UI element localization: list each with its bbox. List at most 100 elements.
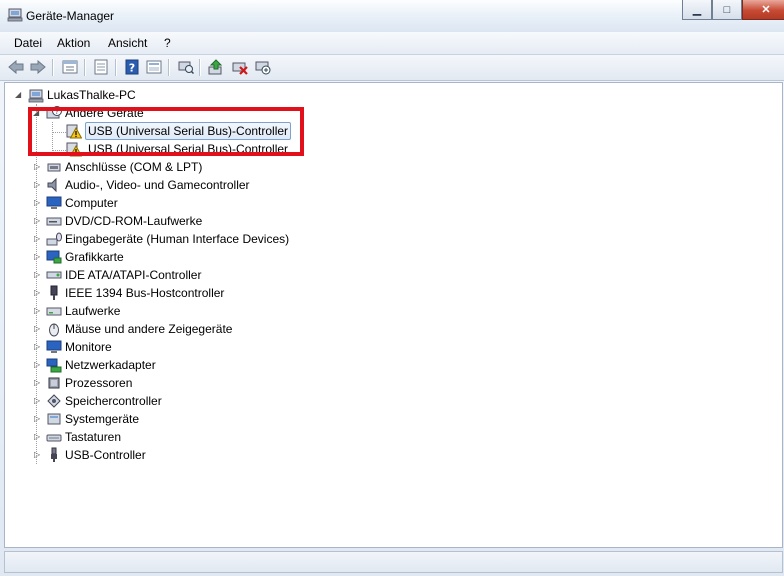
network-adapter-icon	[46, 358, 62, 373]
tree-label: USB-Controller	[65, 448, 146, 462]
tree-category-mice[interactable]: Mäuse und andere Zeigegeräte	[46, 320, 232, 338]
tree-label: IEEE 1394 Bus-Hostcontroller	[65, 286, 225, 300]
tree-root[interactable]: LukasThalke-PC	[28, 86, 136, 104]
menu-aktion[interactable]: Aktion	[57, 36, 90, 50]
tree-label: IDE ATA/ATAPI-Controller	[65, 268, 202, 282]
back-button[interactable]	[7, 58, 25, 76]
tree-label: Laufwerke	[65, 304, 121, 318]
expand-arrow-icon[interactable]: ▷	[34, 253, 42, 261]
close-icon: ✕	[761, 4, 771, 16]
expand-arrow-icon[interactable]: ▷	[34, 181, 42, 189]
menu-help[interactable]: ?	[164, 36, 171, 50]
uninstall-button[interactable]	[231, 58, 249, 76]
tree-category-monitors[interactable]: Monitore	[46, 338, 112, 356]
computer-icon	[46, 196, 62, 209]
console-tree-icon	[94, 59, 108, 75]
expand-arrow-icon[interactable]: ▷	[34, 163, 42, 171]
computer-root-icon	[28, 89, 44, 103]
menu-datei[interactable]: Datei	[14, 36, 42, 50]
tree-category-storage-controllers[interactable]: Speichercontroller	[46, 392, 162, 410]
expand-arrow-icon[interactable]: ▷	[34, 397, 42, 405]
highlight-box	[28, 107, 304, 156]
storage-controller-icon	[47, 394, 61, 408]
toolbar-separator	[52, 59, 54, 76]
help-button[interactable]: ?	[123, 58, 141, 76]
tree-label: Computer	[65, 196, 118, 210]
console-tree-button[interactable]	[92, 58, 110, 76]
tree-category-processors[interactable]: Prozessoren	[46, 374, 132, 392]
firewire-icon	[50, 285, 58, 300]
close-button[interactable]: ✕	[742, 0, 784, 20]
forward-icon	[30, 60, 46, 74]
expand-arrow-icon[interactable]: ▷	[34, 325, 42, 333]
expand-arrow-icon[interactable]: ▷	[34, 217, 42, 225]
expand-arrow-icon[interactable]: ▷	[34, 433, 42, 441]
menu-bar: Datei Aktion Ansicht ?	[0, 32, 784, 55]
show-hidden-button[interactable]	[145, 58, 163, 76]
tree-category-computer[interactable]: Computer	[46, 194, 118, 212]
scan-hardware-icon	[178, 61, 194, 75]
disable-icon	[255, 61, 271, 75]
back-icon	[8, 60, 24, 74]
tree-label: Systemgeräte	[65, 412, 140, 426]
toolbar-separator	[199, 59, 201, 76]
tree-label: Anschlüsse (COM & LPT)	[65, 160, 203, 174]
tree-category-display-adapters[interactable]: Grafikkarte	[46, 248, 124, 266]
minimize-button[interactable]: ▁	[682, 0, 712, 20]
scan-hardware-button[interactable]	[177, 58, 195, 76]
collapse-arrow-icon[interactable]: ◢	[15, 91, 23, 99]
expand-arrow-icon[interactable]: ▷	[34, 343, 42, 351]
tree-label: DVD/CD-ROM-Laufwerke	[65, 214, 203, 228]
tree-category-usb-controllers[interactable]: USB-Controller	[46, 446, 146, 464]
tree-label: Monitore	[65, 340, 112, 354]
tree-label: Speichercontroller	[65, 394, 162, 408]
tree-category-ports[interactable]: Anschlüsse (COM & LPT)	[46, 158, 202, 176]
uninstall-icon	[232, 62, 248, 75]
expand-arrow-icon[interactable]: ▷	[34, 361, 42, 369]
properties-view-button[interactable]	[61, 58, 79, 76]
tree-category-ieee1394[interactable]: IEEE 1394 Bus-Hostcontroller	[46, 284, 224, 302]
title-bar[interactable]: Geräte-Manager ▁ □ ✕	[0, 0, 784, 32]
toolbar: ?	[0, 55, 784, 81]
display-adapter-icon	[46, 250, 62, 264]
mouse-icon	[49, 323, 59, 337]
expand-arrow-icon[interactable]: ▷	[34, 235, 42, 243]
window-title: Geräte-Manager	[26, 9, 115, 23]
update-driver-button[interactable]	[207, 58, 225, 76]
tree-label: Prozessoren	[65, 376, 133, 390]
show-hidden-icon	[146, 60, 162, 74]
root-label: LukasThalke-PC	[47, 88, 136, 102]
disable-button[interactable]	[254, 58, 272, 76]
update-driver-icon	[208, 59, 223, 75]
menu-ansicht[interactable]: Ansicht	[108, 36, 147, 50]
tree-category-dvd-drives[interactable]: DVD/CD-ROM-Laufwerke	[46, 212, 202, 230]
forward-button[interactable]	[29, 58, 47, 76]
usb-icon	[51, 447, 57, 462]
tree-category-network-adapters[interactable]: Netzwerkadapter	[46, 356, 156, 374]
drive-icon	[46, 307, 62, 316]
toolbar-separator	[84, 59, 86, 76]
expand-arrow-icon[interactable]: ▷	[34, 271, 42, 279]
speaker-icon	[47, 177, 57, 193]
expand-arrow-icon[interactable]: ▷	[34, 415, 42, 423]
expand-arrow-icon[interactable]: ▷	[34, 289, 42, 297]
caption-buttons: ▁ □ ✕	[682, 0, 784, 20]
tree-label: Audio-, Video- und Gamecontroller	[65, 178, 250, 192]
monitor-icon	[46, 340, 62, 353]
expand-arrow-icon[interactable]: ▷	[34, 379, 42, 387]
expand-arrow-icon[interactable]: ▷	[34, 307, 42, 315]
expand-arrow-icon[interactable]: ▷	[34, 199, 42, 207]
svg-text:?: ?	[129, 62, 135, 75]
processor-icon	[48, 377, 60, 389]
tree-category-drives[interactable]: Laufwerke	[46, 302, 120, 320]
maximize-icon: □	[723, 3, 731, 16]
tree-category-keyboards[interactable]: Tastaturen	[46, 428, 121, 446]
tree-category-system-devices[interactable]: Systemgeräte	[46, 410, 139, 428]
tree-label: Grafikkarte	[65, 250, 124, 264]
expand-arrow-icon[interactable]: ▷	[34, 451, 42, 459]
maximize-button[interactable]: □	[712, 0, 742, 20]
tree-category-audio-video[interactable]: Audio-, Video- und Gamecontroller	[46, 176, 250, 194]
properties-view-icon	[62, 60, 78, 74]
tree-category-input-devices[interactable]: Eingabegeräte (Human Interface Devices)	[46, 230, 289, 248]
tree-category-ide-controllers[interactable]: IDE ATA/ATAPI-Controller	[46, 266, 201, 284]
